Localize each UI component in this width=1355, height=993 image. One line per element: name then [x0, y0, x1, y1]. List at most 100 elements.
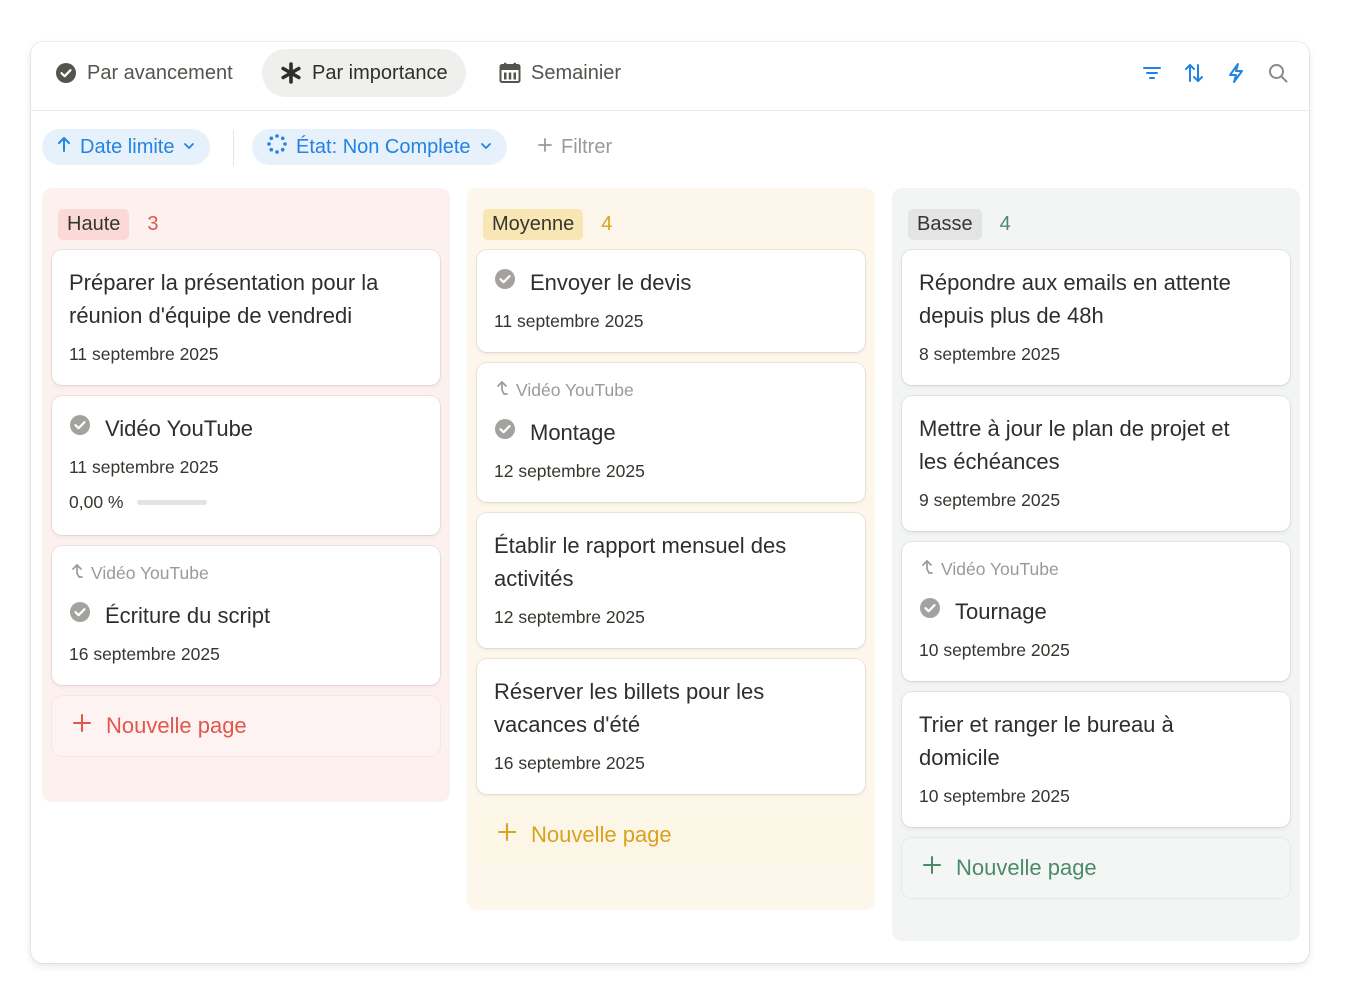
- parent-arrow-icon: [494, 379, 510, 402]
- parent-link[interactable]: Vidéo YouTube: [494, 379, 848, 402]
- progress-row: 0,00 %: [69, 492, 423, 535]
- card[interactable]: Mettre à jour le plan de projet et les é…: [902, 396, 1290, 531]
- add-filter-button[interactable]: Filtrer: [531, 129, 618, 165]
- tab-label: Par importance: [312, 61, 448, 84]
- plus-icon: [72, 713, 92, 739]
- parent-link[interactable]: Vidéo YouTube: [69, 562, 423, 585]
- card-title: Vidéo YouTube: [69, 412, 423, 445]
- group-pill-haute[interactable]: Haute: [58, 208, 130, 240]
- card[interactable]: Établir le rapport mensuel des activités…: [477, 513, 865, 648]
- chevron-down-icon: [182, 136, 196, 159]
- column-moyenne: Moyenne 4 Envoyer le devis 11 septembre …: [467, 188, 875, 910]
- lightning-icon[interactable]: [1225, 62, 1247, 84]
- chevron-down-icon: [479, 136, 493, 159]
- group-pill-moyenne[interactable]: Moyenne: [483, 208, 584, 240]
- card[interactable]: Vidéo YouTube Écriture du script 16 sept…: [52, 546, 440, 685]
- card-date: 16 septembre 2025: [69, 644, 220, 664]
- card-title: Trier et ranger le bureau à domicile: [919, 708, 1273, 774]
- card-title: Répondre aux emails en attente depuis pl…: [919, 266, 1273, 332]
- card-title-line: domicile: [919, 745, 1000, 770]
- card-title: Montage: [494, 416, 848, 449]
- column-basse: Basse 4 Répondre aux emails en attente d…: [892, 188, 1300, 941]
- card[interactable]: Vidéo YouTube Tournage 10 septembre 2025: [902, 542, 1290, 681]
- card-title-line: Établir le rapport mensuel des: [494, 533, 787, 558]
- plus-icon: [922, 855, 942, 881]
- card-title-line: réunion d'équipe de vendredi: [69, 303, 353, 328]
- card[interactable]: Vidéo YouTube Montage 12 septembre 2025: [477, 363, 865, 502]
- filter-icon[interactable]: [1141, 62, 1163, 84]
- arrow-up-icon: [56, 135, 72, 159]
- chip-label: État: Non Complete: [296, 135, 471, 158]
- card[interactable]: Envoyer le devis 11 septembre 2025: [477, 250, 865, 352]
- card-title-text: Envoyer le devis: [530, 270, 692, 295]
- calendar-icon: [499, 62, 521, 84]
- tab-par-importance[interactable]: Par importance: [262, 49, 466, 97]
- parent-label: Vidéo YouTube: [516, 380, 634, 400]
- card-date: 11 septembre 2025: [69, 457, 219, 477]
- card-date: 11 septembre 2025: [69, 344, 219, 364]
- sort-icon[interactable]: [1183, 62, 1205, 84]
- parent-label: Vidéo YouTube: [941, 559, 1059, 579]
- column-haute: Haute 3 Préparer la présentation pour la…: [42, 188, 450, 802]
- card-title-text: Écriture du script: [105, 603, 271, 628]
- board-window: Par avancement Par importance Semainier: [31, 42, 1309, 963]
- column-header: Haute 3: [52, 198, 440, 250]
- filter-bar: Date limite État: Non Complete Filtrer: [31, 112, 1309, 182]
- group-count: 4: [601, 212, 613, 235]
- plus-icon: [537, 136, 553, 159]
- card[interactable]: Préparer la présentation pour la réunion…: [52, 250, 440, 385]
- check-circle-icon: [494, 266, 516, 299]
- card-title: Établir le rapport mensuel des activités: [494, 529, 848, 595]
- card-date: 8 septembre 2025: [919, 344, 1061, 364]
- card-date: 16 septembre 2025: [494, 753, 645, 773]
- tab-semainier[interactable]: Semainier: [477, 49, 639, 97]
- card-title-text: Tournage: [955, 599, 1047, 624]
- check-circle-icon: [69, 412, 91, 445]
- new-page-button[interactable]: Nouvelle page: [52, 696, 440, 756]
- card-title: Mettre à jour le plan de projet et les é…: [919, 412, 1273, 478]
- card-date: 10 septembre 2025: [919, 640, 1070, 660]
- new-page-button[interactable]: Nouvelle page: [477, 805, 865, 865]
- card[interactable]: Réserver les billets pour les vacances d…: [477, 659, 865, 794]
- card-title: Préparer la présentation pour la réunion…: [69, 266, 423, 332]
- column-header: Moyenne 4: [477, 198, 865, 250]
- card-title-line: activités: [494, 566, 574, 591]
- new-page-label: Nouvelle page: [106, 713, 247, 738]
- view-tabs-bar: Par avancement Par importance Semainier: [31, 42, 1309, 111]
- card-title-line: les échéances: [919, 449, 1060, 474]
- card-title: Écriture du script: [69, 599, 423, 632]
- card[interactable]: Vidéo YouTube 11 septembre 2025 0,00 %: [52, 396, 440, 535]
- card-title-line: vacances d'été: [494, 712, 641, 737]
- filter-chip-etat[interactable]: État: Non Complete: [252, 129, 507, 165]
- tab-par-avancement[interactable]: Par avancement: [33, 49, 251, 97]
- card-title: Envoyer le devis: [494, 266, 848, 299]
- parent-arrow-icon: [69, 562, 85, 585]
- new-page-button[interactable]: Nouvelle page: [902, 838, 1290, 898]
- card-date: 11 septembre 2025: [494, 311, 644, 331]
- tab-label: Par avancement: [87, 61, 233, 84]
- check-circle-icon: [69, 599, 91, 632]
- check-circle-icon: [55, 62, 77, 84]
- search-icon[interactable]: [1267, 62, 1289, 84]
- card-date: 10 septembre 2025: [919, 786, 1070, 806]
- card[interactable]: Répondre aux emails en attente depuis pl…: [902, 250, 1290, 385]
- card-title: Réserver les billets pour les vacances d…: [494, 675, 848, 741]
- progress-bar: [137, 500, 208, 505]
- filter-divider: [233, 130, 234, 166]
- group-count: 4: [999, 212, 1011, 235]
- sort-chip-date-limite[interactable]: Date limite: [42, 129, 211, 165]
- new-page-label: Nouvelle page: [956, 855, 1097, 880]
- card[interactable]: Trier et ranger le bureau à domicile 10 …: [902, 692, 1290, 827]
- group-count: 3: [147, 212, 159, 235]
- card-date: 9 septembre 2025: [919, 490, 1061, 510]
- new-page-label: Nouvelle page: [531, 822, 672, 847]
- card-title-line: Réserver les billets pour les: [494, 679, 765, 704]
- card-title-text: Montage: [530, 420, 616, 445]
- parent-link[interactable]: Vidéo YouTube: [919, 558, 1273, 581]
- plus-icon: [497, 822, 517, 848]
- check-circle-icon: [494, 416, 516, 449]
- add-filter-label: Filtrer: [561, 135, 613, 158]
- group-pill-basse[interactable]: Basse: [908, 208, 982, 240]
- card-title-line: Mettre à jour le plan de projet et: [919, 416, 1230, 441]
- parent-arrow-icon: [919, 558, 935, 581]
